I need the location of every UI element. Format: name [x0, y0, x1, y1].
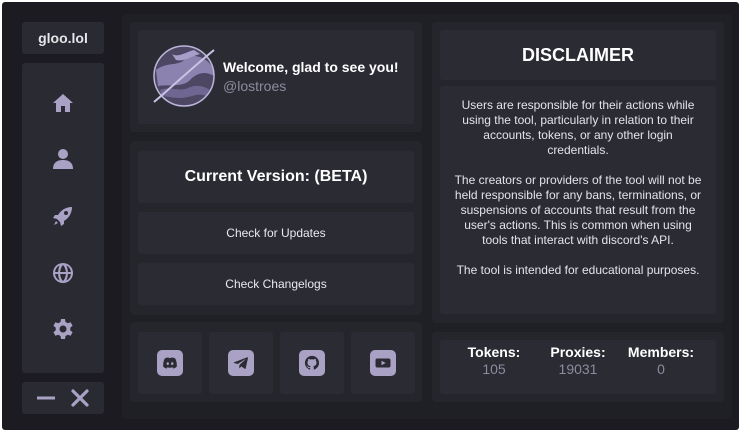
stat-tokens: Tokens: 105: [454, 344, 534, 377]
stat-members: Members: 0: [621, 344, 701, 377]
username: @lostroes: [223, 78, 287, 94]
sidebar-item-web[interactable]: [22, 253, 104, 293]
profile-card: Welcome, glad to see you! @lostroes: [138, 30, 414, 124]
github-button[interactable]: [280, 332, 344, 394]
planet-avatar: [153, 45, 215, 107]
stat-label: Members:: [627, 344, 695, 360]
stat-proxies: Proxies: 19031: [538, 344, 618, 377]
minimize-button[interactable]: [36, 388, 56, 408]
gear-icon: [53, 319, 73, 339]
disclaimer-paragraph: The creators or providers of the tool wi…: [454, 173, 702, 247]
close-button[interactable]: [70, 388, 90, 408]
window-controls: [22, 382, 104, 414]
stat-value: 0: [657, 361, 665, 377]
home-icon: [53, 94, 73, 112]
discord-button[interactable]: [138, 332, 202, 394]
stat-value: 19031: [558, 361, 598, 377]
disclaimer-paragraph: The tool is intended for educational pur…: [456, 263, 700, 277]
sidebar-item-launch[interactable]: [22, 196, 104, 236]
disclaimer-panel: DISCLAIMER Users are responsible for the…: [432, 22, 724, 323]
disclaimer-body: Users are responsible for their actions …: [440, 86, 716, 314]
disclaimer-paragraph: Users are responsible for their actions …: [461, 98, 695, 157]
youtube-button[interactable]: [351, 332, 415, 394]
version-panel: Current Version: (BETA) Check for Update…: [130, 141, 422, 315]
app-window: gloo.lol Welcome, glad to see you! @lost…: [2, 2, 739, 430]
sidebar-nav: [22, 63, 104, 373]
rocket-icon: [53, 207, 72, 226]
stat-label: Proxies:: [550, 344, 606, 360]
disclaimer-title: DISCLAIMER: [440, 30, 716, 80]
profile-panel: Welcome, glad to see you! @lostroes: [130, 22, 422, 132]
stat-value: 105: [482, 361, 506, 377]
check-updates-button[interactable]: Check for Updates: [138, 212, 414, 254]
discord-icon: [163, 357, 177, 369]
stats-panel: Tokens: 105 Proxies: 19031 Members: 0: [432, 332, 724, 402]
app-title: gloo.lol: [22, 22, 104, 54]
close-icon: [71, 389, 89, 407]
minimize-icon: [37, 396, 55, 400]
github-icon: [304, 355, 320, 370]
user-icon: [53, 149, 73, 169]
telegram-button[interactable]: [209, 332, 273, 394]
version-title: Current Version: (BETA): [138, 151, 414, 203]
socials-panel: [130, 322, 422, 402]
stat-label: Tokens:: [467, 344, 521, 360]
sidebar-item-settings[interactable]: [22, 309, 104, 349]
check-changelogs-button[interactable]: Check Changelogs: [138, 263, 414, 305]
stats-card: Tokens: 105 Proxies: 19031 Members: 0: [440, 340, 716, 394]
telegram-icon: [233, 357, 248, 369]
youtube-icon: [375, 358, 391, 368]
sidebar-item-home[interactable]: [22, 83, 104, 123]
sidebar-item-profile[interactable]: [22, 139, 104, 179]
globe-icon: [53, 263, 73, 283]
welcome-text: Welcome, glad to see you!: [223, 59, 399, 75]
